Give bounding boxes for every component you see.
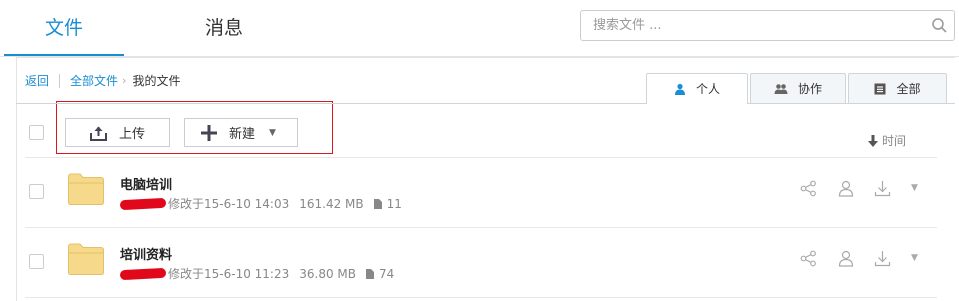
tab-messages[interactable]: 消息 — [164, 0, 284, 57]
upload-label: 上传 — [119, 127, 146, 142]
row-actions: ▼ — [800, 180, 921, 197]
plus-icon — [201, 124, 217, 141]
folder-icon — [68, 243, 104, 275]
sort-by-time[interactable]: 时间 — [868, 132, 906, 149]
file-name[interactable]: 培训资料 — [120, 244, 172, 263]
file-size: 161.42 MB — [299, 196, 364, 211]
view-tab-underline — [16, 103, 955, 104]
person-icon — [674, 83, 685, 95]
file-modified: 修改于15-6-10 14:03 — [168, 197, 290, 211]
new-label: 新建 — [229, 127, 256, 142]
row-divider — [25, 297, 937, 298]
view-tab-label: 协作 — [797, 81, 822, 96]
file-name[interactable]: 电脑培训 — [120, 174, 172, 193]
view-tab-label: 全部 — [896, 81, 921, 96]
select-all-checkbox[interactable] — [29, 125, 44, 140]
share-icon[interactable] — [800, 180, 817, 197]
row-checkbox[interactable] — [29, 254, 44, 269]
file-meta: 修改于15-6-10 11:23 36.80 MB 74 — [119, 265, 394, 282]
view-tab-label: 个人 — [695, 82, 720, 96]
top-tab-bar: 文件 消息 — [0, 0, 959, 57]
more-caret-icon[interactable]: ▼ — [911, 250, 921, 267]
folder-icon — [68, 173, 104, 205]
upload-button[interactable]: 上传 — [65, 118, 170, 147]
chevron-right-icon: › — [122, 74, 127, 87]
breadcrumb-divider — [59, 74, 61, 88]
sort-label: 时间 — [882, 134, 907, 148]
collaborate-icon[interactable] — [837, 180, 854, 197]
redaction-mark — [119, 267, 167, 280]
file-count-value: 74 — [379, 266, 395, 281]
view-tab-all[interactable]: 全部 — [848, 73, 947, 103]
download-icon[interactable] — [874, 180, 891, 197]
file-meta: 修改于15-6-10 14:03 161.42 MB 11 — [119, 195, 402, 212]
view-tab-collab[interactable]: 协作 — [750, 73, 846, 103]
share-icon[interactable] — [800, 250, 817, 267]
tab-files[interactable]: 文件 — [4, 0, 124, 57]
download-icon[interactable] — [874, 250, 891, 267]
caret-down-icon: ▼ — [269, 127, 276, 138]
collaborate-icon[interactable] — [837, 250, 854, 267]
file-size: 36.80 MB — [299, 266, 356, 281]
upload-icon — [90, 126, 107, 141]
file-count: 11 — [373, 196, 402, 211]
list-icon — [874, 83, 886, 94]
view-tab-personal[interactable]: 个人 — [646, 73, 748, 104]
new-button[interactable]: 新建 ▼ — [184, 118, 298, 147]
file-count-value: 11 — [386, 196, 402, 211]
document-icon — [366, 268, 374, 279]
breadcrumb-all-files[interactable]: 全部文件 — [70, 72, 118, 90]
file-row[interactable]: 培训资料 修改于15-6-10 11:23 36.80 MB 74 ▼ — [16, 228, 955, 298]
people-icon — [774, 83, 788, 94]
more-caret-icon[interactable]: ▼ — [911, 180, 921, 197]
arrow-down-icon — [868, 134, 878, 147]
row-checkbox[interactable] — [29, 184, 44, 199]
file-count: 74 — [366, 267, 394, 281]
row-actions: ▼ — [800, 250, 921, 267]
document-icon — [373, 198, 382, 209]
breadcrumb: 返回 全部文件 › 我的文件 — [25, 72, 180, 90]
file-row[interactable]: 电脑培训 修改于15-6-10 14:03 161.42 MB 11 ▼ — [16, 158, 955, 228]
redaction-mark — [119, 197, 167, 210]
search-input[interactable] — [581, 11, 911, 40]
file-modified: 修改于15-6-10 11:23 — [168, 267, 290, 281]
back-link[interactable]: 返回 — [25, 72, 49, 90]
search-box — [580, 10, 955, 41]
breadcrumb-current: 我的文件 — [132, 74, 181, 88]
search-icon[interactable] — [931, 17, 948, 34]
